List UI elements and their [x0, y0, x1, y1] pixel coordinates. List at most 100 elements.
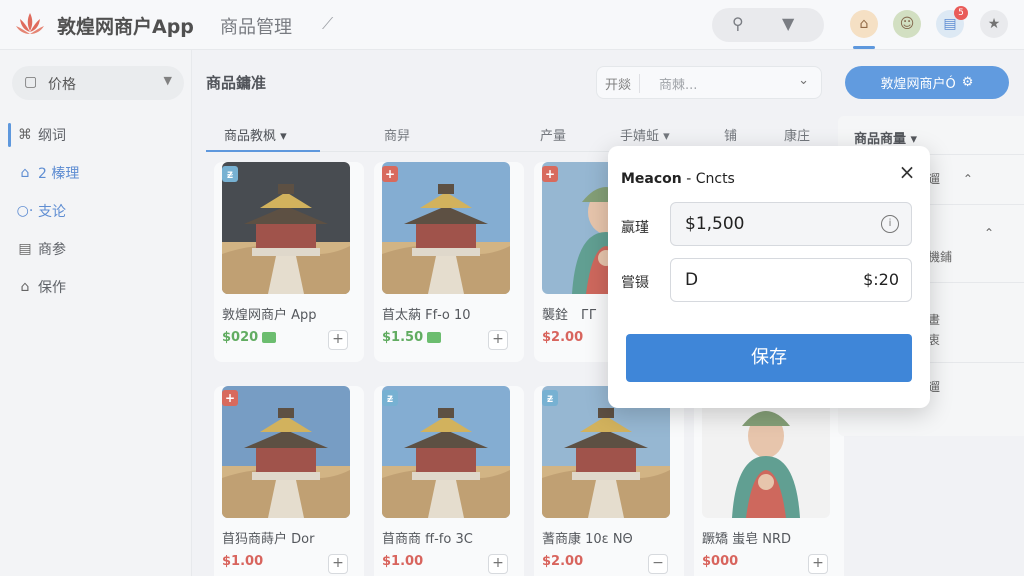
product-tag-icon: ᵶ: [382, 390, 398, 406]
price-input[interactable]: $1,500 i: [670, 202, 912, 246]
product-card[interactable]: ᵶ 苜商商 ff‑fo 3C $1.00 +: [374, 386, 524, 576]
product-tag-icon: ᵶ: [222, 166, 238, 182]
product-card[interactable]: + 苜犸商蒔户 Dor $1.00 +: [214, 386, 364, 576]
product-price: $1.00: [382, 554, 424, 569]
right-panel-row: 機鋪: [928, 250, 953, 264]
info-icon[interactable]: i: [881, 215, 899, 233]
product-image[interactable]: [382, 162, 510, 294]
sidebar-item-label: 支论: [38, 204, 66, 220]
sidebar-item-label: 保作: [38, 280, 66, 296]
chat-icon[interactable]: ▤ 5: [936, 6, 968, 38]
notification-badge: 5: [954, 6, 968, 20]
right-panel-row[interactable]: 遛 ⌃: [928, 170, 973, 187]
right-panel-title[interactable]: 商品商量 ▾: [854, 128, 917, 147]
gear-icon: ⚙: [961, 75, 974, 90]
star-icon[interactable]: ★: [980, 10, 1008, 38]
product-image[interactable]: [222, 162, 350, 294]
tab-6[interactable]: 康庄: [784, 125, 810, 144]
sidebar-item-5[interactable]: ⌂ 保作: [12, 272, 182, 302]
top-bar: 敦煌网商户App 商品管理 ⟋ ⚲ ▼ ⌂ ☺ ▤ 5 ★: [0, 0, 1024, 50]
store-button[interactable]: 敦煌网商户Ó ⚙: [845, 66, 1009, 99]
stock-icon: [427, 332, 442, 343]
search-icon[interactable]: ⚲: [732, 14, 744, 33]
tab-3[interactable]: 产量: [540, 125, 566, 144]
product-image[interactable]: [382, 386, 510, 518]
price-dropdown[interactable]: ▢ 价格 ▼: [12, 66, 184, 100]
add-button[interactable]: +: [488, 330, 508, 350]
tab-4[interactable]: 手婧蚯 ▾: [620, 125, 670, 144]
product-price: $1.00: [222, 554, 264, 569]
sidebar: ▢ 价格 ▼ ⌘ 纲词 ⌂ 2 榛理 ○· 支论 ▤ 商参 ⌂ 保作: [0, 50, 192, 576]
product-name: 敦煌网商户 App: [222, 308, 317, 323]
tab-1[interactable]: 商品教枫 ▾: [224, 125, 287, 144]
book-icon: ⌘: [18, 127, 32, 143]
product-tag-icon: +: [542, 166, 558, 182]
lotus-logo-icon: [16, 13, 44, 34]
app-title: 敦煌网商户App: [57, 16, 194, 38]
product-tag-icon: ᵶ: [542, 390, 558, 406]
product-price: $000: [702, 554, 739, 569]
pin-icon[interactable]: ⟋: [322, 14, 333, 34]
product-card[interactable]: ᵶ 敦煌网商户 App $020 +: [214, 162, 364, 362]
discount-input-value: D: [685, 270, 699, 290]
sidebar-item-3[interactable]: ○· 支论: [12, 196, 182, 226]
discount-input[interactable]: D $:20: [670, 258, 912, 302]
sidebar-item-label: 2 榛理: [38, 166, 80, 182]
discount-amount: $:20: [863, 270, 899, 289]
house-icon: ⌂: [20, 279, 30, 295]
microphone-icon[interactable]: ▼: [782, 14, 794, 33]
product-name: 蹶矯 蚩皂 ΝRD: [702, 532, 792, 547]
sidebar-item-2[interactable]: ⌂ 2 榛理: [12, 158, 182, 188]
tab-2[interactable]: 商舁: [384, 125, 410, 144]
add-button[interactable]: +: [488, 554, 508, 574]
close-icon[interactable]: ×: [896, 162, 918, 184]
home-icon[interactable]: ⌂: [850, 10, 878, 38]
product-tag-icon: +: [382, 166, 398, 182]
add-button[interactable]: +: [328, 330, 348, 350]
stock-icon: [262, 332, 277, 343]
section-title: 商品管理: [220, 17, 292, 38]
product-card[interactable]: 蹶矯 蚩皂 ΝRD $000 +: [694, 386, 844, 576]
add-button[interactable]: −: [648, 554, 668, 574]
home-icon: ⌂: [20, 165, 30, 181]
sidebar-item-label: 纲词: [38, 128, 66, 144]
dot-icon: ○·: [16, 203, 34, 219]
product-name: 苜太蒳 Ff‑o 10: [382, 308, 471, 323]
filter-placeholder: 商棘...: [659, 78, 698, 93]
dialog-title: Meacon - Cncts: [621, 171, 735, 187]
product-price: $1.50: [382, 330, 442, 345]
sidebar-item-label: 商参: [38, 242, 66, 258]
field2-label: 嘗镊: [621, 275, 649, 291]
sidebar-item-4[interactable]: ▤ 商参: [12, 234, 182, 264]
doc-icon: ▤: [18, 241, 32, 257]
active-indicator: [853, 46, 875, 49]
chevron-down-icon: ⌄: [798, 73, 809, 88]
product-card[interactable]: ᵶ 蓍商康 10ε ΝΘ $2.00 −: [534, 386, 684, 576]
product-name: 苜犸商蒔户 Dor: [222, 532, 315, 547]
add-button[interactable]: +: [328, 554, 348, 574]
add-button[interactable]: +: [808, 554, 828, 574]
avatar[interactable]: ☺: [893, 10, 921, 38]
product-price: $2.00: [542, 554, 584, 569]
chevron-down-icon: ▼: [163, 74, 172, 87]
product-name: 蓍商康 10ε ΝΘ: [542, 532, 633, 547]
right-panel-row[interactable]: ⌃: [984, 226, 994, 240]
right-panel-row: 畫 衷: [928, 313, 989, 347]
filter-select[interactable]: 开燚 商棘... ⌄: [596, 66, 822, 99]
bag-icon: ▢: [24, 74, 38, 90]
search-bar[interactable]: ⚲ ▼: [712, 8, 824, 42]
tab-underline: [206, 150, 320, 152]
save-button[interactable]: 保存: [626, 334, 912, 382]
product-price: $020: [222, 330, 277, 345]
tab-5[interactable]: 铺: [724, 125, 737, 144]
product-name: 襲銓 ГГ ᵰ̃: [542, 308, 618, 323]
page-title: 商品鏞准: [206, 74, 267, 92]
filter-tag: 开燚: [605, 74, 641, 93]
product-name: 苜商商 ff‑fo 3C: [382, 532, 473, 547]
edit-price-dialog: Meacon - Cncts × 赢瑾 $1,500 i 嘗镊 D $:20 保…: [608, 146, 930, 408]
product-image[interactable]: [222, 386, 350, 518]
store-button-label: 敦煌网商户Ó: [880, 77, 956, 92]
sidebar-item-1[interactable]: ⌘ 纲词: [8, 120, 182, 150]
price-input-value: $1,500: [685, 214, 745, 234]
product-card[interactable]: + 苜太蒳 Ff‑o 10 $1.50 +: [374, 162, 524, 362]
